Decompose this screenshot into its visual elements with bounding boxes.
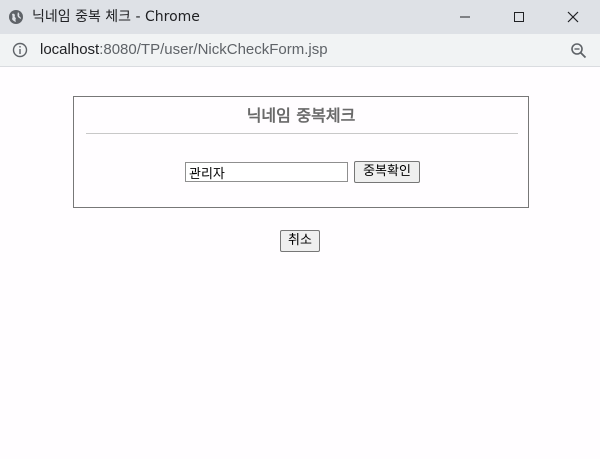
url-text[interactable]: localhost:8080/TP/user/NickCheckForm.jsp — [40, 41, 328, 59]
globe-icon — [9, 10, 23, 24]
zoom-icon[interactable] — [570, 42, 588, 60]
page-title: 닉네임 중복체크 — [246, 106, 356, 125]
maximize-button[interactable] — [496, 0, 542, 34]
address-bar[interactable]: localhost:8080/TP/user/NickCheckForm.jsp — [0, 34, 600, 67]
duplicate-check-button[interactable]: 중복확인 — [354, 161, 420, 183]
minimize-icon — [460, 16, 470, 18]
maximize-icon — [514, 12, 524, 22]
window-titlebar[interactable]: 닉네임 중복 체크 - Chrome — [0, 0, 600, 34]
url-host: localhost — [40, 41, 100, 58]
url-path: :8080/TP/user/NickCheckForm.jsp — [99, 41, 328, 58]
nickname-check-panel: 닉네임 중복체크 중복확인 — [73, 96, 529, 208]
page-content: 닉네임 중복체크 중복확인 취소 — [0, 67, 600, 459]
divider — [86, 133, 518, 134]
close-icon — [567, 11, 579, 23]
cancel-button[interactable]: 취소 — [280, 230, 320, 252]
info-icon[interactable] — [12, 42, 28, 58]
minimize-button[interactable] — [442, 0, 488, 34]
nickname-input[interactable] — [185, 162, 348, 182]
window-title: 닉네임 중복 체크 - Chrome — [32, 9, 200, 25]
close-button[interactable] — [550, 0, 596, 34]
